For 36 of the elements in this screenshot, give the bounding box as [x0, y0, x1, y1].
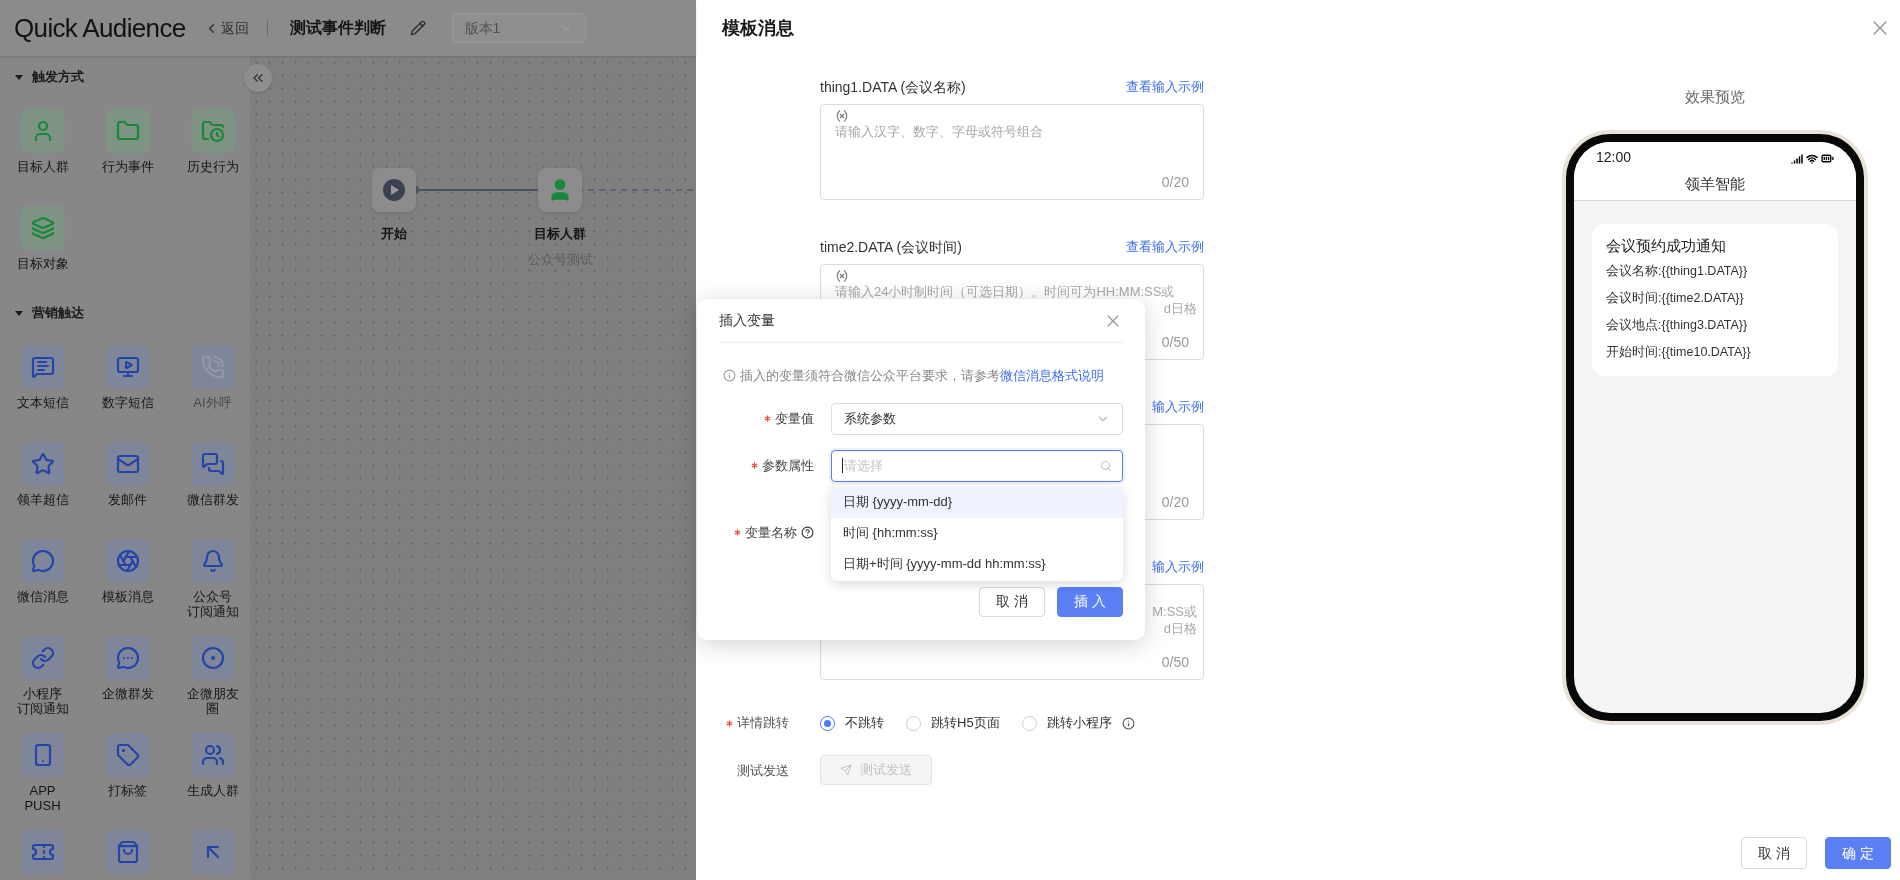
field-label: time2.DATA (会议时间) [820, 237, 962, 257]
notice-text: 插入的变量须符合微信公众平台要求，请参考微信消息格式说明 [740, 367, 1104, 385]
field-label: 参数属性 [762, 456, 814, 475]
node-label: 目标人群 [534, 225, 586, 243]
message-line: 会议地点:{{thing3.DATA}} [1606, 317, 1749, 334]
field-label: 测试发送 [737, 763, 789, 778]
node-label: 开始 [381, 225, 407, 243]
message-line: 会议名称:{{thing1.DATA}} [1606, 263, 1749, 280]
field-label: 详情跳转 [737, 714, 789, 733]
char-count: 0/20 [1161, 493, 1189, 512]
app-name: 领羊智能 [1685, 173, 1745, 194]
radio-label: 跳转H5页面 [931, 714, 1000, 733]
radio-label: 跳转小程序 [1046, 714, 1112, 733]
section-title: 触发方式 [32, 68, 84, 87]
preview-title: 效果预览 [1685, 87, 1745, 107]
field-label: 变量值 [775, 409, 814, 428]
placeholder-text: d日格 [1163, 300, 1197, 317]
placeholder-text: 请输入汉字、数字、字母或符号组合 [835, 123, 1043, 140]
message-line: 开始时间:{{time10.DATA}} [1606, 344, 1752, 361]
char-count: 0/50 [1161, 653, 1189, 672]
radio-label: 不跳转 [845, 714, 884, 733]
field-label: thing1.DATA (会议名称) [820, 77, 966, 97]
section-title: 营销触达 [32, 304, 84, 323]
char-count: 0/50 [1161, 333, 1189, 352]
char-count: 0/20 [1161, 173, 1189, 192]
journey-title: 测试事件判断 [289, 18, 386, 38]
message-title: 会议预约成功通知 [1606, 236, 1727, 256]
field-label: 变量名称 [745, 523, 797, 542]
status-time: 12:00 [1596, 148, 1632, 167]
placeholder-text: 请输入24小时制时间（可选日期）。时间可为HH:MM:SS或 [835, 283, 1175, 300]
logo: Quick Audience [14, 11, 186, 45]
drawer-title: 模板消息 [722, 16, 794, 40]
placeholder-text: d日格 [1163, 620, 1197, 637]
message-line: 会议时间:{{time2.DATA}} [1606, 290, 1745, 307]
dialog-title: 插入变量 [719, 311, 775, 330]
placeholder-text: M:SS或 [1152, 603, 1197, 620]
